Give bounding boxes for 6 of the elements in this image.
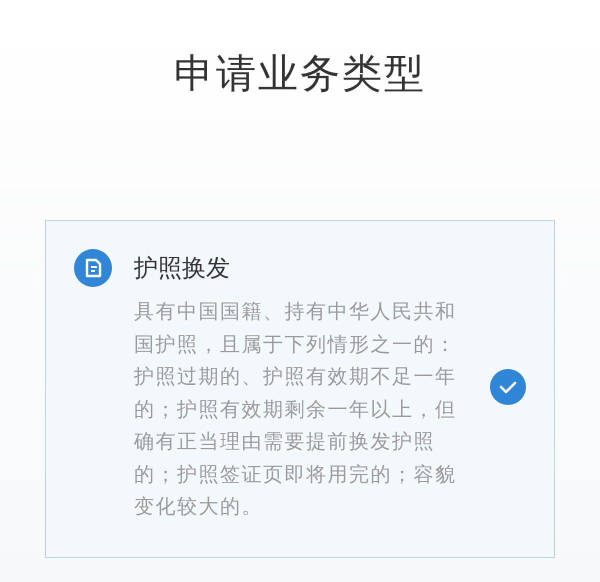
option-card[interactable]: 护照换发 具有中国国籍、持有中华人民共和国护照，且属于下列情形之一的：护照过期的、护照有效期不足一年的；护照有效期剩余一年以上，但确有正当理由需要提前换发护照的；护照签证页即将用完的；容貌变化较大的。 (45, 220, 555, 558)
document-icon (74, 249, 112, 287)
option-description: 具有中国国籍、持有中华人民共和国护照，且属于下列情形之一的：护照过期的、护照有效期不足一年的；护照有效期剩余一年以上，但确有正当理由需要提前换发护照的；护照签证页即将用完的；容貌变化较大的。 (134, 298, 458, 520)
option-title: 护照换发 (134, 253, 231, 284)
check-icon (490, 368, 526, 405)
page-title: 申请业务类型 (174, 50, 426, 99)
